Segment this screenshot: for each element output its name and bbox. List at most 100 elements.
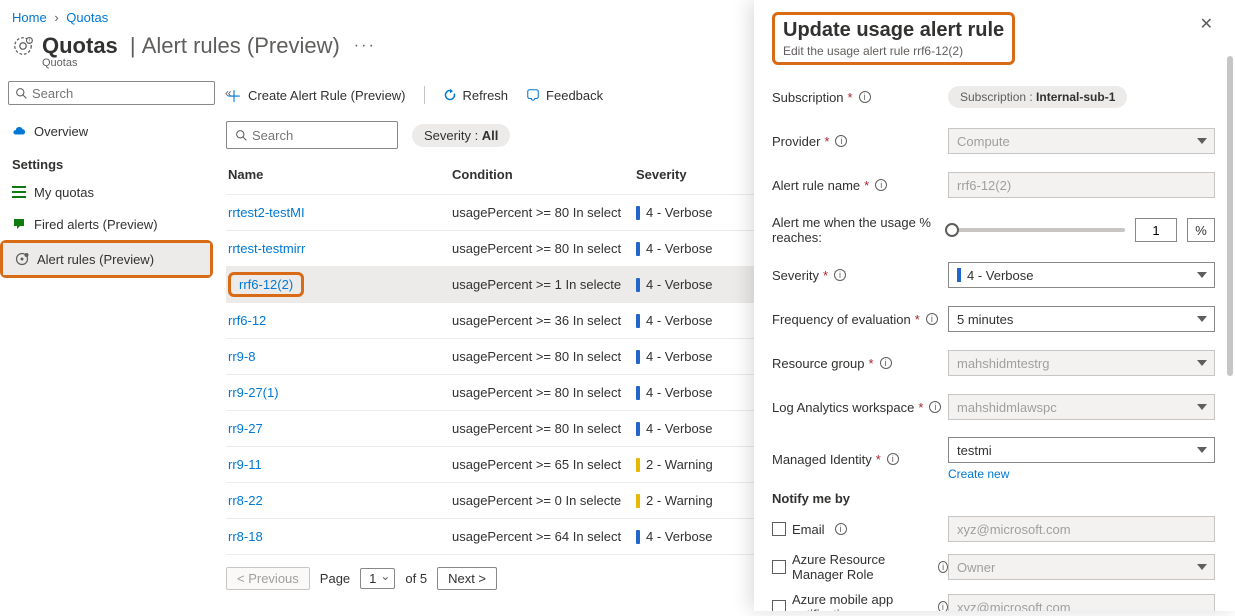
slider-thumb[interactable] [945,223,959,237]
sidebar-search[interactable] [8,81,215,105]
rule-name-link[interactable]: rrtest-testmirr [228,241,305,256]
email-input[interactable]: xyz@microsoft.com [948,516,1215,542]
fired-alert-icon [12,217,26,231]
managed-identity-select[interactable]: testmi [948,437,1215,463]
label-alert-threshold: Alert me when the usage % reaches: [772,215,948,245]
create-alert-rule-button[interactable]: ＋ Create Alert Rule (Preview) [226,83,406,107]
info-icon[interactable]: i [880,357,892,369]
arm-role-checkbox[interactable] [772,560,786,574]
rule-name-link[interactable]: rrf6-12 [228,313,266,328]
severity-filter-pill[interactable]: Severity : All [412,124,510,147]
severity-bar-icon [636,278,640,292]
feedback-button[interactable]: Feedback [526,88,603,103]
create-new-link[interactable]: Create new [948,467,1009,481]
info-icon[interactable]: i [875,179,887,191]
label-frequency: Frequency of evaluation*i [772,312,948,327]
condition-cell: usagePercent >= 80 In select [452,205,636,220]
cloud-icon [12,124,26,138]
condition-cell: usagePercent >= 80 In select [452,385,636,400]
rule-name-link[interactable]: rr9-11 [228,457,262,472]
prev-page-button[interactable]: < Previous [226,567,310,590]
slider-track[interactable] [948,228,1125,232]
condition-cell: usagePercent >= 0 In selecte [452,493,636,508]
rule-name-link[interactable]: rr9-27(1) [228,385,279,400]
email-checkbox[interactable] [772,522,786,536]
sidebar: « Overview Settings My quotas Fired aler… [0,77,214,616]
col-header-condition[interactable]: Condition [452,167,636,182]
table-search-input[interactable] [252,128,428,143]
breadcrumb-home[interactable]: Home [12,10,47,25]
slider-unit: % [1187,218,1215,242]
arm-role-select[interactable]: Owner [948,554,1215,580]
severity-bar-icon [636,206,640,220]
sidebar-search-input[interactable] [32,86,208,101]
label-law: Log Analytics workspace*i [772,400,948,415]
frequency-select[interactable]: 5 minutes [948,306,1215,332]
quotas-icon: ! [12,35,34,57]
rule-name-link[interactable]: rr9-8 [228,349,255,364]
toolbar-label: Create Alert Rule (Preview) [248,88,406,103]
close-panel-button[interactable]: ✕ [1194,12,1219,36]
label-provider: Provider*i [772,134,948,149]
label-resource-group: Resource group*i [772,356,948,371]
rule-name-link[interactable]: rr8-22 [228,493,263,508]
toolbar-label: Refresh [463,88,509,103]
info-icon[interactable]: i [835,523,847,535]
refresh-icon [443,88,457,102]
info-icon[interactable]: i [834,269,846,281]
refresh-button[interactable]: Refresh [443,88,509,103]
label-severity: Severity*i [772,268,948,283]
info-icon[interactable]: i [929,401,941,413]
condition-cell: usagePercent >= 36 In select [452,313,636,328]
rule-name-link[interactable]: rrtest2-testMI [228,205,305,220]
sidebar-item-alert-rules[interactable]: Alert rules (Preview) [3,243,210,275]
panel-body: Subscription*i Subscription : Internal-s… [754,77,1235,611]
panel-title-box: Update usage alert rule Edit the usage a… [772,12,1015,65]
rule-name-link[interactable]: rrf6-12(2) [239,277,293,292]
sidebar-heading-settings: Settings [0,147,213,176]
condition-cell: usagePercent >= 80 In select [452,241,636,256]
sidebar-label: Fired alerts (Preview) [34,217,158,232]
scrollbar[interactable] [1227,56,1233,376]
alert-rule-name-input: rrf6-12(2) [948,172,1215,198]
page-label: Page [320,571,350,586]
severity-filter-value: All [482,128,499,143]
info-icon[interactable]: i [835,135,847,147]
col-header-name[interactable]: Name [226,167,452,182]
label-alert-rule-name: Alert rule name*i [772,178,948,193]
sidebar-item-my-quotas[interactable]: My quotas [0,176,213,208]
rule-name-link[interactable]: rr9-27 [228,421,263,436]
sidebar-item-overview[interactable]: Overview [0,115,213,147]
separator [424,86,425,104]
breadcrumb-quotas[interactable]: Quotas [66,10,108,25]
label-subscription: Subscription*i [772,90,948,105]
severity-select[interactable]: 4 - Verbose [948,262,1215,288]
provider-select: Compute [948,128,1215,154]
page-select[interactable]: 1 [360,568,395,589]
info-icon[interactable]: i [926,313,938,325]
more-actions-icon[interactable]: ··· [354,37,376,55]
page-title: Quotas [42,33,118,59]
notify-mobile-label: Azure mobile app notificationi [772,592,948,611]
condition-cell: usagePercent >= 1 In selecte [452,277,636,292]
info-icon[interactable]: i [938,601,948,611]
threshold-slider[interactable]: % [948,218,1215,242]
notify-heading: Notify me by [772,491,1215,506]
next-page-button[interactable]: Next > [437,567,497,590]
mobile-input[interactable]: xyz@microsoft.com [948,594,1215,611]
sidebar-label: My quotas [34,185,94,200]
panel-title: Update usage alert rule [783,19,1004,42]
search-icon [235,129,248,142]
mobile-checkbox[interactable] [772,600,786,611]
info-icon[interactable]: i [938,561,948,573]
condition-cell: usagePercent >= 80 In select [452,421,636,436]
plus-icon: ＋ [226,83,242,107]
rule-name-link[interactable]: rr8-18 [228,529,263,544]
info-icon[interactable]: i [859,91,871,103]
info-icon[interactable]: i [887,453,899,465]
sidebar-label: Alert rules (Preview) [37,252,154,267]
update-rule-panel: Update usage alert rule Edit the usage a… [754,0,1235,611]
sidebar-item-fired-alerts[interactable]: Fired alerts (Preview) [0,208,213,240]
table-search[interactable] [226,121,398,149]
slider-value-input[interactable] [1135,218,1177,242]
